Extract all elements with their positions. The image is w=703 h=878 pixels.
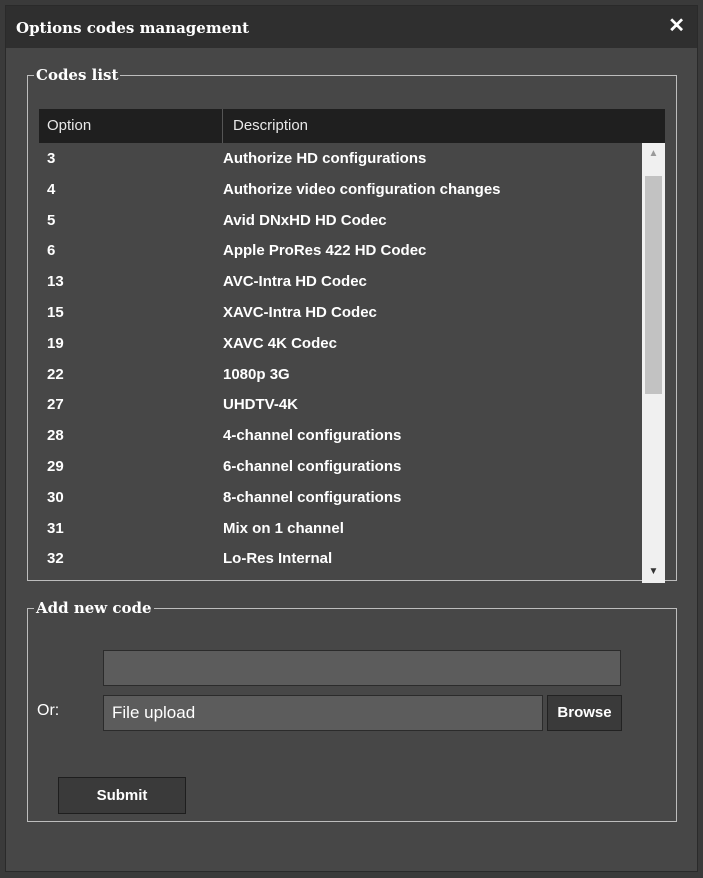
option-cell: 5 <box>47 211 56 229</box>
submit-button[interactable]: Submit <box>58 777 186 814</box>
option-cell: 22 <box>47 365 64 383</box>
column-header-option[interactable]: Option <box>47 109 91 143</box>
add-new-code-legend: Add new code <box>36 599 152 617</box>
option-cell: 15 <box>47 303 64 321</box>
description-cell: XAVC 4K Codec <box>223 334 337 352</box>
option-cell: 27 <box>47 396 64 414</box>
description-cell: Lo-Res Internal <box>223 550 333 568</box>
option-cell: 28 <box>47 427 64 445</box>
option-cell: 31 <box>47 519 64 537</box>
codes-list-group: Codes list Option Description 3 Authorize… <box>27 66 677 583</box>
column-divider[interactable] <box>222 109 223 143</box>
table-header: Option Description <box>39 109 665 143</box>
option-cell: 32 <box>47 550 64 568</box>
table-row[interactable]: 15 XAVC-Intra HD Codec <box>39 297 642 328</box>
description-cell: Authorize video configuration changes <box>223 180 501 198</box>
table-row[interactable]: 4 Authorize video configuration changes <box>39 174 642 205</box>
codes-list-legend: Codes list <box>36 66 119 84</box>
table-row[interactable]: 27 UHDTV-4K <box>39 389 642 420</box>
table-row[interactable]: 28 4-channel configurations <box>39 420 642 451</box>
table-row[interactable]: 13 AVC-Intra HD Codec <box>39 266 642 297</box>
code-input[interactable] <box>103 650 621 686</box>
browse-button[interactable]: Browse <box>547 695 622 731</box>
description-cell: 6-channel configurations <box>223 457 402 475</box>
column-header-description[interactable]: Description <box>233 109 308 143</box>
table-row[interactable]: 19 XAVC 4K Codec <box>39 328 642 359</box>
table-row[interactable]: 30 8-channel configurations <box>39 482 642 513</box>
description-cell: Apple ProRes 422 HD Codec <box>223 242 427 260</box>
scroll-down-arrow-icon[interactable]: ▼ <box>642 561 665 583</box>
table-row[interactable]: 6 Apple ProRes 422 HD Codec <box>39 235 642 266</box>
option-cell: 3 <box>47 150 56 167</box>
option-cell: 30 <box>47 488 64 506</box>
description-cell: UHDTV-4K <box>223 396 299 414</box>
codes-scrollbar[interactable]: ▲ ▼ <box>642 143 665 583</box>
dialog-titlebar: Options codes management ✕ <box>6 6 697 48</box>
dialog-title: Options codes management <box>16 19 250 37</box>
description-cell: 8-channel configurations <box>223 488 402 506</box>
description-cell: XAVC-Intra HD Codec <box>223 303 377 321</box>
options-codes-dialog: Options codes management ✕ Codes list Op… <box>5 5 698 872</box>
description-cell: Avid DNxHD HD Codec <box>223 211 387 229</box>
option-cell: 6 <box>47 242 56 260</box>
table-row[interactable]: 32 Lo-Res Internal <box>39 543 642 574</box>
codes-table-body: 3 Authorize HD configurations 4 Authorize v… <box>39 143 642 583</box>
description-cell: 4-channel configurations <box>223 427 402 445</box>
close-icon[interactable]: ✕ <box>668 16 685 36</box>
option-cell: 19 <box>47 334 64 352</box>
option-cell: 13 <box>47 273 64 291</box>
add-new-code-group: Add new code Or: File upload Browse Subm… <box>27 599 677 822</box>
scroll-up-arrow-icon[interactable]: ▲ <box>642 143 665 165</box>
table-row[interactable]: 29 6-channel configurations <box>39 451 642 482</box>
table-row[interactable]: 5 Avid DNxHD HD Codec <box>39 205 642 236</box>
description-cell: AVC-Intra HD Codec <box>223 273 367 291</box>
option-cell: 29 <box>47 457 64 475</box>
description-cell: Authorize HD configurations <box>223 150 427 167</box>
or-label: Or: <box>37 702 60 719</box>
option-cell: 4 <box>47 180 56 198</box>
description-cell: Mix on 1 channel <box>223 519 344 537</box>
table-row[interactable]: 31 Mix on 1 channel <box>39 513 642 544</box>
scrollbar-thumb[interactable] <box>645 176 662 394</box>
description-cell: 1080p 3G <box>223 365 290 383</box>
table-row[interactable]: 22 1080p 3G <box>39 359 642 390</box>
file-upload-field[interactable]: File upload <box>103 695 543 731</box>
table-row[interactable]: 3 Authorize HD configurations <box>39 143 642 174</box>
